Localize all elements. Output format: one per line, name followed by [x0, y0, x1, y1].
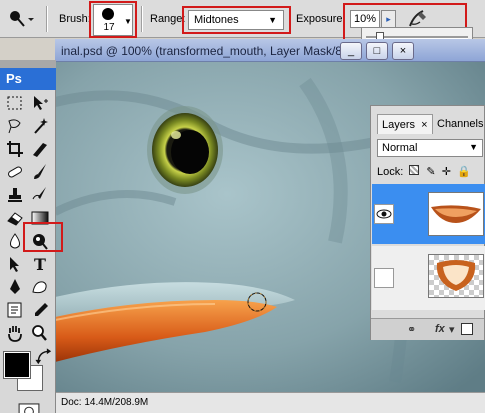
- chevron-down-icon: ▼: [469, 142, 478, 152]
- burn-tool-highlight-box: [23, 222, 63, 252]
- options-separator: [46, 6, 48, 32]
- quick-mask-icon[interactable]: [18, 400, 40, 413]
- options-separator: [141, 6, 143, 32]
- brush-tool-icon[interactable]: [29, 162, 51, 182]
- maximize-button[interactable]: □: [366, 42, 388, 60]
- layer-thumbnail[interactable]: [428, 254, 484, 298]
- range-label: Range:: [150, 13, 186, 25]
- toolbox-grip[interactable]: [0, 60, 56, 68]
- tab-layers[interactable]: Layers ×: [377, 114, 433, 134]
- lock-pixels-icon[interactable]: ✎: [426, 166, 435, 178]
- path-selection-tool-icon[interactable]: [4, 254, 26, 274]
- layer-row[interactable]: [372, 246, 485, 310]
- shape-tool-icon[interactable]: [29, 277, 51, 297]
- lasso-tool-icon[interactable]: [4, 116, 26, 136]
- brush-highlight-box: [89, 1, 137, 38]
- swap-colors-icon[interactable]: [33, 347, 52, 365]
- eyedropper-tool-icon[interactable]: [29, 300, 51, 320]
- lock-transparency-icon[interactable]: [409, 165, 420, 175]
- layer-style-fx-button[interactable]: fx: [435, 323, 445, 335]
- crop-tool-icon[interactable]: [4, 139, 26, 159]
- layers-panel: Layers × Channels Normal ▼ Lock: ✎ ✛ 🔒 ⚭…: [370, 105, 485, 340]
- svg-text:T: T: [34, 255, 46, 274]
- tab-channels[interactable]: Channels: [433, 114, 485, 134]
- document-title: inal.psd @ 100% (transformed_mouth, Laye…: [61, 44, 346, 58]
- magic-wand-tool-icon[interactable]: [29, 116, 51, 136]
- blend-mode-value: Normal: [382, 142, 418, 154]
- zoom-tool-icon[interactable]: [29, 323, 51, 343]
- slice-tool-icon[interactable]: [29, 139, 51, 159]
- type-tool-icon[interactable]: T: [29, 254, 51, 274]
- add-mask-icon[interactable]: [461, 323, 473, 335]
- clone-stamp-tool-icon[interactable]: [4, 185, 26, 205]
- layer-row-selected[interactable]: [372, 184, 485, 244]
- layers-panel-footer: ⚭ fx ▾: [371, 318, 484, 340]
- brush-label: Brush:: [59, 13, 91, 25]
- pen-tool-icon[interactable]: [4, 277, 26, 297]
- foreground-color-swatch[interactable]: [3, 351, 31, 379]
- document-size-status: Doc: 14.4M/208.9M: [61, 397, 149, 408]
- history-brush-tool-icon[interactable]: [29, 185, 51, 205]
- move-tool-icon[interactable]: [29, 93, 51, 113]
- visibility-eye-icon[interactable]: [374, 204, 394, 224]
- tab-channels-label: Channels: [437, 118, 484, 130]
- marquee-tool-icon[interactable]: [4, 93, 26, 113]
- document-statusbar: Doc: 14.4M/208.9M: [55, 392, 485, 413]
- minimize-button[interactable]: _: [340, 42, 362, 60]
- notes-tool-icon[interactable]: [4, 300, 26, 320]
- document-titlebar[interactable]: inal.psd @ 100% (transformed_mouth, Laye…: [55, 39, 485, 62]
- blend-mode-select[interactable]: Normal ▼: [377, 139, 483, 157]
- range-highlight-box: [182, 6, 291, 34]
- link-layers-icon[interactable]: ⚭: [407, 323, 416, 336]
- chevron-down-icon: ▾: [449, 324, 455, 336]
- burn-tool-preset-icon[interactable]: [6, 8, 36, 30]
- exposure-label: Exposure:: [296, 13, 346, 25]
- lock-position-icon[interactable]: ✛: [442, 166, 451, 178]
- lock-label: Lock:: [377, 166, 404, 178]
- healing-brush-tool-icon[interactable]: [4, 162, 26, 182]
- hand-tool-icon[interactable]: [4, 323, 26, 343]
- close-icon[interactable]: ×: [421, 119, 427, 131]
- lock-row: Lock: ✎ ✛ 🔒: [377, 165, 471, 178]
- lock-all-icon[interactable]: 🔒: [457, 166, 471, 178]
- photoshop-logo[interactable]: Ps: [0, 68, 56, 90]
- visibility-toggle-empty[interactable]: [374, 268, 394, 288]
- toolbox: Ps T: [0, 60, 63, 413]
- tab-layers-label: Layers: [382, 119, 416, 131]
- layer-thumbnail[interactable]: [428, 192, 484, 236]
- close-button[interactable]: ×: [392, 42, 414, 60]
